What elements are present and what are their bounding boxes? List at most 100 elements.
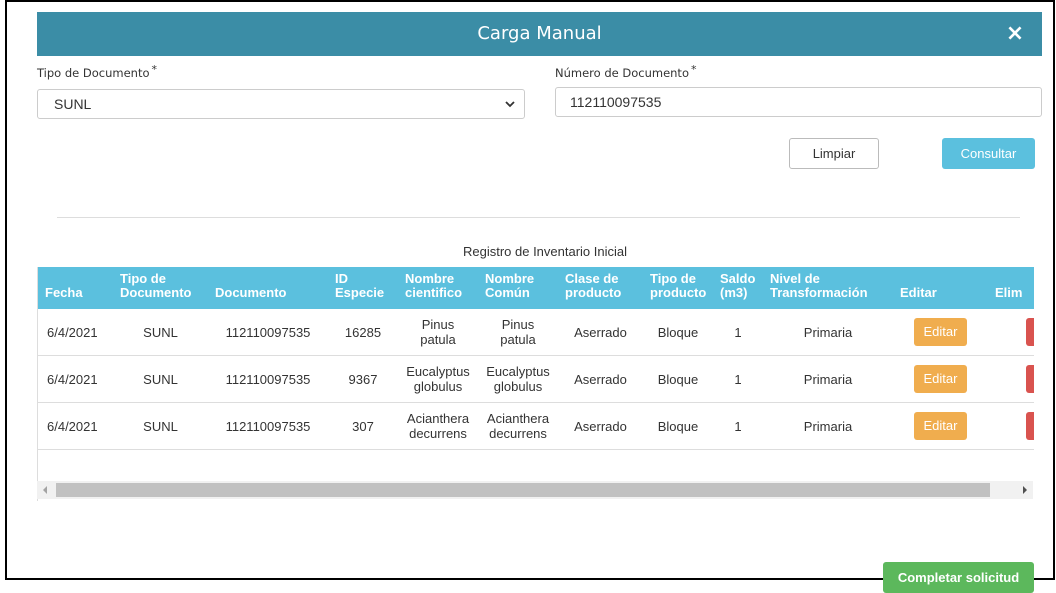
eliminar-button[interactable]: × [1026, 412, 1034, 440]
table-row: 6/4/2021 SUNL 112110097535 16285 Pinus patula… [38, 309, 1034, 356]
column-header: ID Especie [328, 267, 398, 309]
inventory-table-container: Fecha Tipo de Documento Documento ID Especie N… [37, 267, 1034, 501]
column-header-text: Clase de [565, 271, 619, 286]
dialog-title: Carga Manual [477, 23, 602, 44]
registro-title: Registro de Inventario Inicial [462, 244, 628, 259]
column-header-text: Nombre [405, 271, 455, 286]
cell-clase: Aserrado [558, 309, 643, 356]
column-header: Elim [988, 267, 1034, 309]
close-icon[interactable]: × [1004, 23, 1026, 45]
cell-saldo: 1 [713, 355, 763, 403]
column-header-text: Tipo de [650, 271, 696, 286]
column-header-text: Documento [215, 285, 287, 300]
table-body: 6/4/2021 SUNL 112110097535 16285 Pinus patula… [38, 309, 1034, 450]
editar-button[interactable]: Editar [914, 318, 967, 346]
table-row: 6/4/2021 SUNL 112110097535 9367 Eucalyptus gl… [38, 355, 1034, 403]
numero-documento-label-text: Número de Documento [555, 66, 689, 80]
chevron-down-icon [505, 101, 515, 108]
cell-clase: Aserrado [558, 402, 643, 450]
cell-fecha: 6/4/2021 [38, 309, 113, 356]
scroll-right-icon[interactable] [1023, 486, 1027, 494]
column-header-text: Elim [995, 285, 1023, 300]
cell-documento: 112110097535 [208, 355, 328, 403]
cell-text: patula [420, 332, 456, 347]
cell-saldo: 1 [713, 309, 763, 356]
column-header-text: Saldo [720, 271, 756, 286]
tipo-documento-label: Tipo de Documento * [37, 63, 158, 80]
column-header: Fecha [38, 267, 113, 309]
cell-tipo: SUNL [113, 402, 208, 450]
cell-text: Pinus [501, 317, 535, 332]
column-header: Editar [893, 267, 988, 309]
cell-editar: Editar [893, 309, 988, 356]
cell-text: decurrens [409, 426, 467, 441]
cell-cientifico: Acianthera decurrens [398, 402, 478, 450]
column-header-text: Común [485, 285, 530, 300]
column-header-text: Especie [335, 285, 385, 300]
cell-comun: Acianthera decurrens [478, 402, 558, 450]
numero-documento-input[interactable]: 112110097535 [555, 87, 1042, 117]
limpiar-button[interactable]: Limpiar [789, 138, 879, 169]
cell-text: decurrens [489, 426, 547, 441]
cell-editar: Editar [893, 402, 988, 450]
column-header-text: (m3) [720, 285, 748, 300]
cell-clase: Aserrado [558, 355, 643, 403]
tipo-documento-select[interactable]: SUNL [37, 89, 525, 119]
cell-tipo-producto: Bloque [643, 402, 713, 450]
column-header: Nivel de Transformación [763, 267, 893, 309]
cell-text: Pinus [421, 317, 455, 332]
cell-documento: 112110097535 [208, 402, 328, 450]
column-header-text: producto [650, 285, 707, 300]
cell-text: Acianthera [406, 411, 470, 426]
tipo-documento-value: SUNL [54, 96, 92, 112]
column-header-text: Fecha [45, 285, 83, 300]
column-header-text: ID [335, 271, 348, 286]
editar-button[interactable]: Editar [914, 412, 967, 440]
eliminar-button[interactable]: × [1026, 365, 1034, 393]
cell-text: Eucalyptus [486, 364, 550, 379]
column-header: Tipo de Documento [113, 267, 208, 309]
eliminar-button[interactable]: × [1026, 318, 1034, 346]
scroll-left-icon[interactable] [43, 486, 47, 494]
editar-button[interactable]: Editar [914, 365, 967, 393]
table-header-row: Fecha Tipo de Documento Documento ID Especie N… [38, 267, 1034, 309]
column-header-text: Transformación [770, 285, 868, 300]
numero-documento-label: Número de Documento * [555, 63, 696, 80]
column-header-text: cientifico [405, 285, 463, 300]
cell-nivel: Primaria [763, 402, 893, 450]
cell-text: globulus [413, 379, 463, 394]
column-header: Tipo de producto [643, 267, 713, 309]
cell-id-especie: 9367 [328, 355, 398, 403]
cell-id-especie: 307 [328, 402, 398, 450]
cell-text: patula [500, 332, 536, 347]
divider [57, 217, 1020, 218]
required-mark: * [151, 63, 158, 76]
column-header: Nombre cientifico [398, 267, 478, 309]
horizontal-scrollbar[interactable] [37, 481, 1033, 499]
inventory-table: Fecha Tipo de Documento Documento ID Especie N… [38, 267, 1034, 450]
column-header: Documento [208, 267, 328, 309]
cell-nivel: Primaria [763, 355, 893, 403]
cell-nivel: Primaria [763, 309, 893, 356]
completar-solicitud-button[interactable]: Completar solicitud [883, 562, 1034, 593]
column-header-text: Nombre [485, 271, 535, 286]
cell-eliminar: × [988, 402, 1034, 450]
cell-documento: 112110097535 [208, 309, 328, 356]
column-header: Saldo (m3) [713, 267, 763, 309]
column-header-text: producto [565, 285, 622, 300]
cell-editar: Editar [893, 355, 988, 403]
cell-eliminar: × [988, 355, 1034, 403]
column-header: Clase de producto [558, 267, 643, 309]
column-header-text: Nivel de [770, 271, 820, 286]
consultar-button[interactable]: Consultar [942, 138, 1035, 169]
scrollbar-thumb[interactable] [56, 483, 990, 497]
cell-tipo: SUNL [113, 309, 208, 356]
cell-cientifico: Eucalyptus globulus [398, 355, 478, 403]
cell-comun: Eucalyptus globulus [478, 355, 558, 403]
tipo-documento-label-text: Tipo de Documento [37, 66, 150, 80]
cell-tipo-producto: Bloque [643, 355, 713, 403]
cell-fecha: 6/4/2021 [38, 355, 113, 403]
cell-text: Acianthera [486, 411, 550, 426]
cell-eliminar: × [988, 309, 1034, 356]
column-header-text: Tipo de [120, 271, 166, 286]
